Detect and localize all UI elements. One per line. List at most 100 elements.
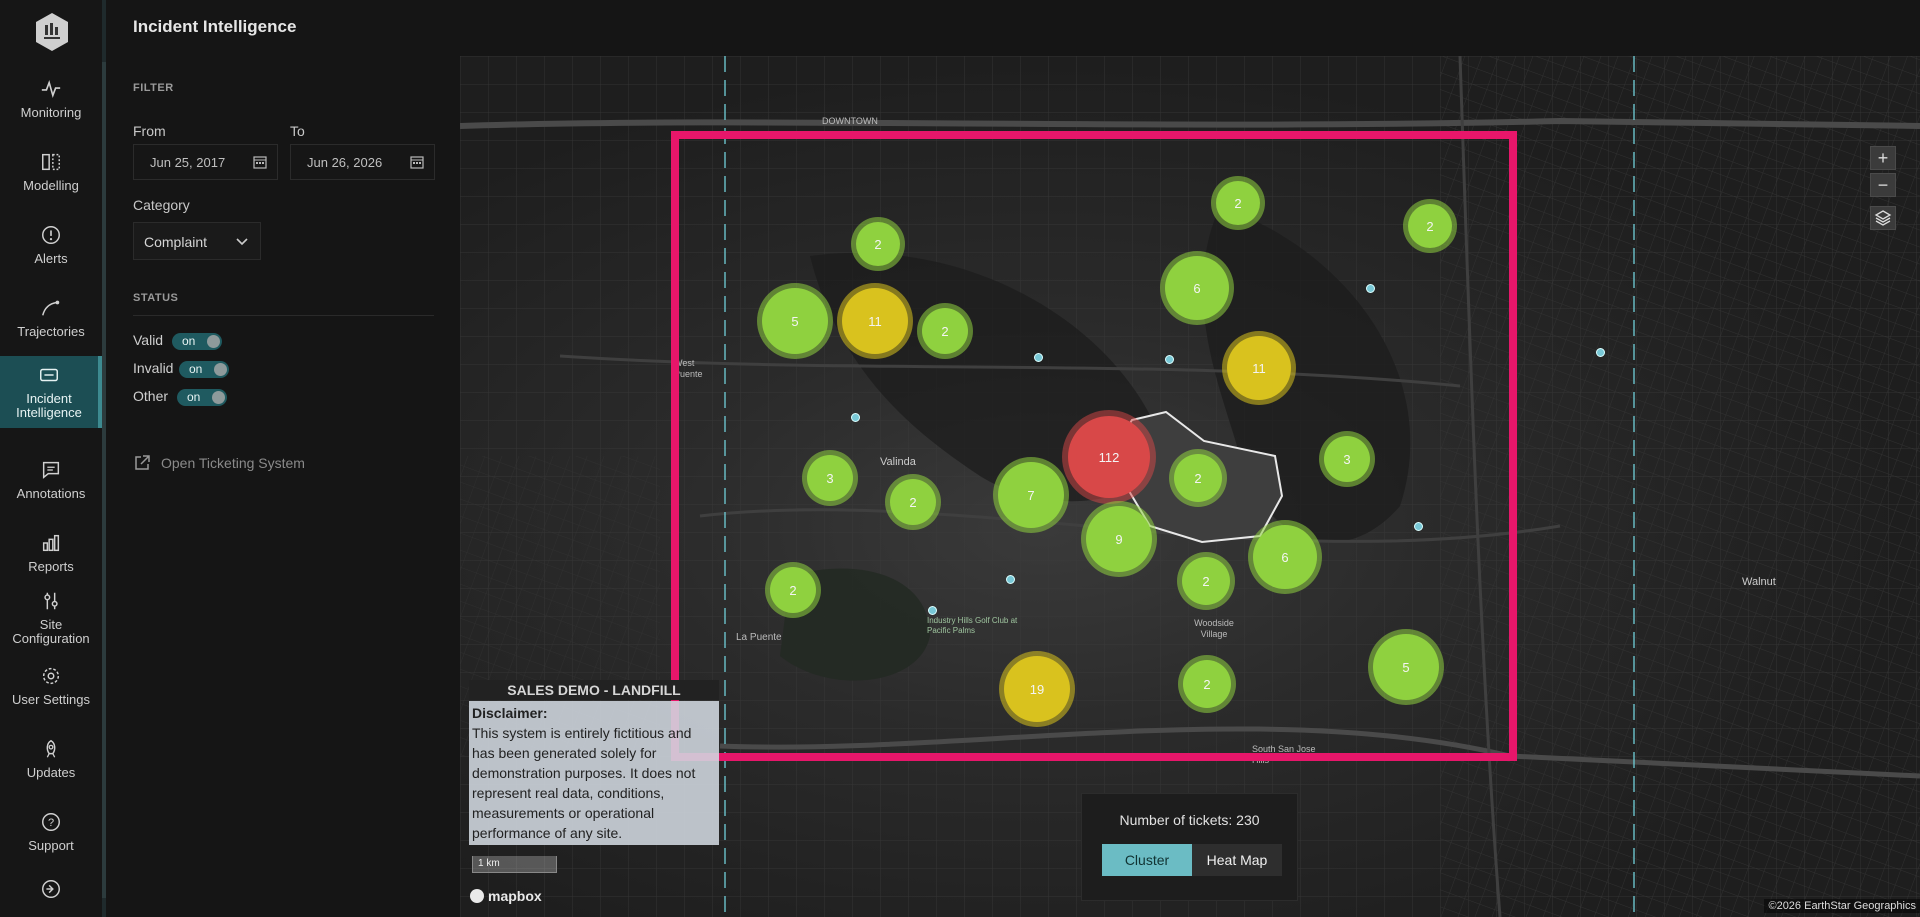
mapbox-logo[interactable]: mapbox: [470, 888, 542, 904]
cluster-marker[interactable]: 9: [1086, 506, 1152, 572]
nav-label: Modelling: [23, 178, 79, 193]
cluster-marker[interactable]: 5: [762, 288, 828, 354]
logout-icon: [42, 880, 60, 898]
chevron-down-icon: [236, 238, 248, 246]
map-attribution[interactable]: ©2026 EarthStar Geographics: [1764, 899, 1920, 913]
nav-user-settings[interactable]: User Settings: [0, 651, 102, 721]
cluster-marker[interactable]: 2: [856, 222, 900, 266]
ticket-point[interactable]: [1006, 575, 1015, 584]
nav-label: Annotations: [16, 486, 86, 501]
cluster-marker[interactable]: 5: [1373, 634, 1439, 700]
toggle-state: on: [187, 390, 201, 404]
cluster-marker[interactable]: 11: [1227, 336, 1291, 400]
ticket-point[interactable]: [851, 413, 860, 422]
ticket-point[interactable]: [1034, 353, 1043, 362]
nav-logout[interactable]: [0, 870, 102, 917]
app-logo-icon[interactable]: [34, 12, 70, 52]
cluster-marker[interactable]: 2: [1408, 204, 1452, 248]
toggle-knob: [214, 363, 227, 376]
calendar-icon[interactable]: [253, 155, 267, 169]
cluster-marker[interactable]: 2: [1216, 181, 1260, 225]
status-valid-toggle[interactable]: on: [172, 333, 222, 350]
nav-label: User Settings: [11, 692, 91, 707]
help-icon: ?: [42, 813, 60, 831]
ticket-point[interactable]: [1165, 355, 1174, 364]
nav-label: Alerts: [34, 251, 68, 266]
cluster-marker[interactable]: 6: [1165, 256, 1229, 320]
gear-icon: [42, 667, 60, 685]
cluster-marker[interactable]: 3: [807, 455, 853, 501]
page-title: Incident Intelligence: [133, 17, 297, 36]
to-label: To: [290, 123, 305, 139]
pulse-icon: [41, 79, 61, 99]
status-other-toggle[interactable]: on: [177, 389, 227, 406]
category-select[interactable]: Complaint: [133, 222, 261, 260]
cluster-marker[interactable]: 19: [1004, 656, 1070, 722]
nav-support[interactable]: ? Support: [0, 797, 102, 867]
ticket-count: Number of tickets: 230: [1119, 812, 1260, 828]
model-icon: [42, 153, 60, 171]
cluster-marker[interactable]: 2: [922, 308, 968, 354]
mapbox-logo-icon: [470, 889, 484, 903]
cluster-marker[interactable]: 2: [890, 479, 936, 525]
zoom-in-button[interactable]: +: [1870, 146, 1896, 170]
status-invalid-label: Invalid: [133, 360, 174, 376]
ticket-point[interactable]: [1414, 522, 1423, 531]
nav-label: Incident Intelligence: [16, 391, 82, 420]
cluster-marker[interactable]: 11: [842, 288, 908, 354]
zoom-out-button[interactable]: −: [1870, 173, 1896, 197]
cluster-marker[interactable]: 7: [998, 462, 1064, 528]
nav-incident-intelligence[interactable]: Incident Intelligence: [0, 356, 102, 428]
map-canvas[interactable]: DOWNTOWN Valinda West Puente Woodside Vi…: [460, 56, 1920, 917]
rocket-icon: [46, 739, 56, 758]
trajectory-icon: [42, 300, 60, 316]
annotation-icon: [42, 461, 60, 479]
nav-label: Monitoring: [20, 105, 82, 120]
ticket-point[interactable]: [928, 606, 937, 615]
side-nav: Monitoring Modelling Alerts Trajectories…: [0, 0, 106, 917]
from-label: From: [133, 123, 166, 139]
map-label: DOWNTOWN: [822, 116, 878, 126]
nav-site-configuration[interactable]: Site Configuration: [0, 578, 102, 658]
ticket-summary-panel: Number of tickets: 230 Cluster Heat Map: [1081, 793, 1298, 901]
filter-panel: FILTER From To Jun 25, 2017 Jun 26, 2026…: [106, 56, 460, 917]
page-header: Incident Intelligence: [106, 0, 1920, 56]
nav-trajectories[interactable]: Trajectories: [0, 283, 102, 353]
status-other-row: Other on: [133, 388, 227, 408]
nav-alerts[interactable]: Alerts: [0, 210, 102, 280]
ticket-point[interactable]: [1596, 348, 1605, 357]
disclaimer-title: SALES DEMO - LANDFILL: [469, 680, 719, 700]
nav-monitoring[interactable]: Monitoring: [0, 64, 102, 134]
heatmap-mode-button[interactable]: Heat Map: [1192, 844, 1282, 876]
cluster-mode-button[interactable]: Cluster: [1102, 844, 1192, 876]
calendar-icon[interactable]: [410, 155, 424, 169]
chart-icon: [42, 534, 60, 552]
external-link-icon: [135, 455, 150, 470]
category-value: Complaint: [144, 234, 208, 250]
from-date-input[interactable]: Jun 25, 2017: [133, 144, 278, 180]
layers-button[interactable]: [1870, 206, 1896, 230]
status-section-label: STATUS: [133, 292, 179, 304]
status-invalid-toggle[interactable]: on: [179, 361, 229, 378]
disclaimer-heading: Disclaimer:: [472, 705, 548, 721]
disclaimer-box: Disclaimer: This system is entirely fict…: [469, 701, 719, 845]
ticket-icon: [40, 368, 58, 382]
toggle-knob: [207, 335, 220, 348]
map-label: Walnut: [1742, 576, 1776, 588]
open-ticketing-label: Open Ticketing System: [161, 455, 305, 471]
from-date-value: Jun 25, 2017: [150, 155, 226, 170]
cluster-marker[interactable]: 2: [1183, 660, 1231, 708]
cluster-marker[interactable]: 2: [770, 567, 816, 613]
cluster-marker[interactable]: 2: [1182, 557, 1230, 605]
nav-updates[interactable]: Updates: [0, 724, 102, 794]
to-date-input[interactable]: Jun 26, 2026: [290, 144, 435, 180]
cluster-marker[interactable]: 6: [1253, 525, 1317, 589]
nav-label: Site Configuration: [12, 617, 90, 646]
cluster-marker[interactable]: 3: [1324, 436, 1370, 482]
cluster-marker[interactable]: 112: [1068, 416, 1150, 498]
open-ticketing-link[interactable]: Open Ticketing System: [133, 454, 305, 472]
nav-annotations[interactable]: Annotations: [0, 445, 102, 515]
nav-modelling[interactable]: Modelling: [0, 137, 102, 207]
ticket-point[interactable]: [1366, 284, 1375, 293]
cluster-marker[interactable]: 2: [1174, 454, 1222, 502]
